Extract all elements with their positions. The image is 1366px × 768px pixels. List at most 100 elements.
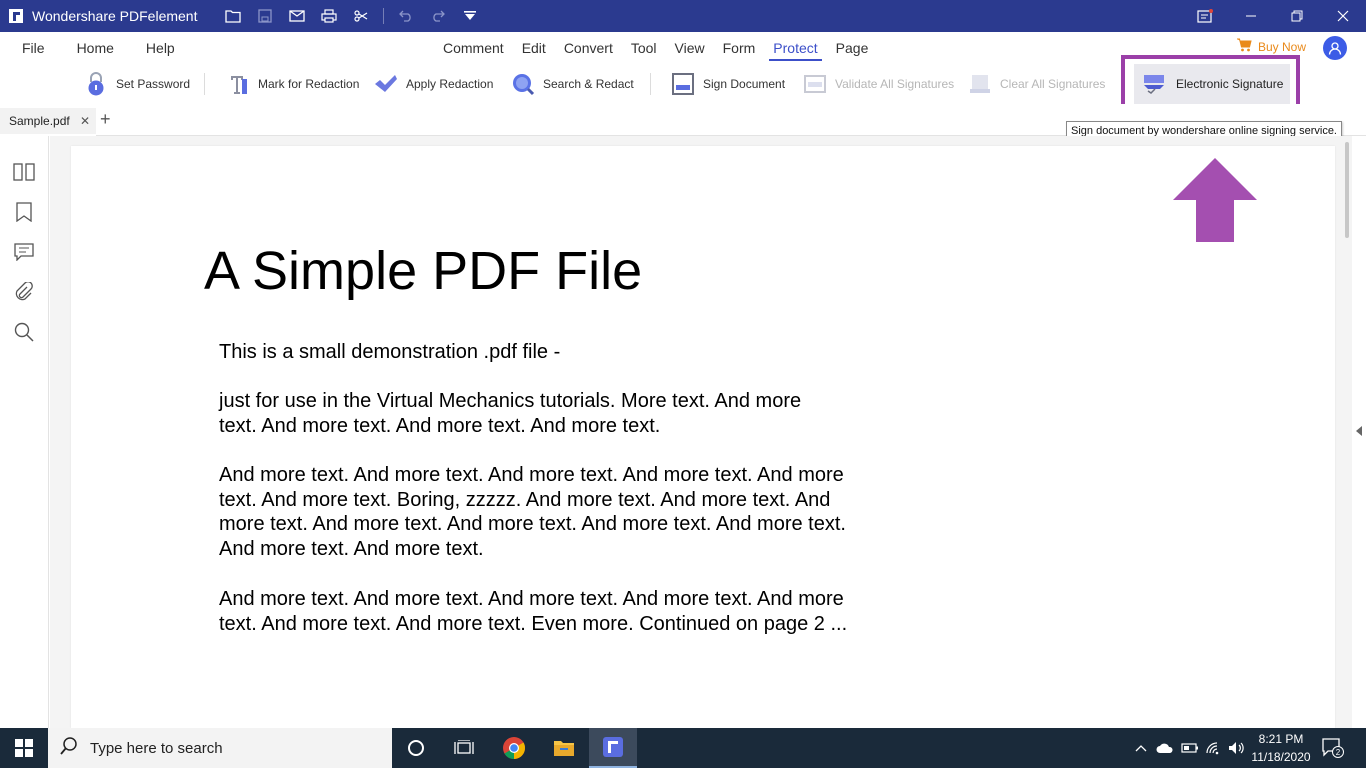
- validate-all-signatures-label: Validate All Signatures: [835, 77, 955, 91]
- pdf-line: text. And more text. Boring, zzzzz. And …: [219, 488, 831, 511]
- undo-icon[interactable]: [390, 0, 422, 32]
- save-icon[interactable]: [249, 0, 281, 32]
- pdf-line: just for use in the Virtual Mechanics tu…: [219, 390, 802, 412]
- buy-now-label: Buy Now: [1258, 39, 1307, 54]
- ribbon-tabs: Comment Edit Convert Tool View Form Prot…: [434, 32, 877, 64]
- show-hidden-icons-chevron-icon[interactable]: [1132, 728, 1150, 768]
- task-view-icon[interactable]: [440, 728, 488, 768]
- pdf-paragraph: just for use in the Virtual Mechanics tu…: [219, 389, 801, 438]
- search-icon: [511, 72, 535, 96]
- sign-document-label: Sign Document: [703, 77, 786, 91]
- tab-edit[interactable]: Edit: [513, 32, 555, 64]
- pdf-title: A Simple PDF File: [204, 241, 643, 301]
- pdf-line: text. And more text. And more text. And …: [219, 414, 661, 437]
- file-explorer-icon[interactable]: [540, 728, 588, 768]
- app-title: Wondershare PDFelement: [32, 8, 198, 24]
- notification-count: 2: [1336, 748, 1341, 757]
- toolbar-separator: [204, 73, 205, 95]
- feedback-icon[interactable]: [1182, 0, 1228, 32]
- window-controls: [1182, 0, 1366, 32]
- mark-for-redaction-label: Mark for Redaction: [258, 77, 360, 91]
- tab-view[interactable]: View: [666, 32, 714, 64]
- onedrive-cloud-icon[interactable]: [1155, 728, 1175, 768]
- close-tab-icon[interactable]: ✕: [80, 114, 90, 128]
- apply-redaction-button[interactable]: Apply Redaction: [374, 64, 493, 104]
- pdf-line: And more text. And more text.: [219, 537, 484, 560]
- windows-taskbar: Type here to search 8:21 PM 11/18/2020 2: [0, 728, 1366, 768]
- title-bar: Wondershare PDFelement: [0, 0, 1366, 32]
- comment-icon[interactable]: [12, 240, 36, 264]
- wifi-icon[interactable]: [1204, 728, 1224, 768]
- minimize-icon[interactable]: [1228, 0, 1274, 32]
- tab-convert[interactable]: Convert: [555, 32, 622, 64]
- search-icon: [60, 737, 78, 759]
- highlight-box: [1121, 55, 1300, 111]
- document-tab-label: Sample.pdf: [9, 114, 70, 128]
- menu-left: File Home Help: [0, 32, 191, 64]
- chrome-icon[interactable]: [490, 728, 538, 768]
- tab-form[interactable]: Form: [714, 32, 765, 64]
- clear-all-signatures-button[interactable]: Clear All Signatures: [968, 64, 1105, 104]
- tab-tool[interactable]: Tool: [622, 32, 666, 64]
- search-redact-button[interactable]: Search & Redact: [511, 64, 634, 104]
- app-logo-icon: [0, 0, 32, 32]
- tab-comment[interactable]: Comment: [434, 32, 513, 64]
- search-redact-label: Search & Redact: [543, 77, 634, 91]
- user-account-icon[interactable]: [1323, 36, 1347, 60]
- pdf-line: more text. And more text. And more text.…: [219, 513, 846, 536]
- add-tab-button[interactable]: +: [100, 110, 111, 128]
- taskbar-search-box[interactable]: Type here to search: [48, 728, 392, 768]
- sign-document-button[interactable]: Sign Document: [671, 64, 785, 104]
- bookmark-icon[interactable]: [12, 200, 36, 224]
- menu-file[interactable]: File: [0, 32, 61, 64]
- clock-time: 8:21 PM: [1258, 732, 1304, 746]
- vertical-scrollbar[interactable]: [1345, 142, 1349, 238]
- print-icon[interactable]: [313, 0, 345, 32]
- set-password-button[interactable]: Set Password: [84, 64, 190, 104]
- email-icon[interactable]: [281, 0, 313, 32]
- tab-protect[interactable]: Protect: [764, 32, 826, 64]
- notification-center-icon[interactable]: 2: [1322, 737, 1344, 759]
- clear-all-signatures-label: Clear All Signatures: [1000, 77, 1106, 91]
- clock-date: 11/18/2020: [1251, 750, 1311, 764]
- menu-help[interactable]: Help: [130, 32, 191, 64]
- document-tab[interactable]: Sample.pdf ✕: [0, 108, 96, 136]
- left-sidebar: [0, 136, 58, 728]
- cart-icon: [1236, 38, 1252, 55]
- redo-icon[interactable]: [422, 0, 454, 32]
- taskbar-search-placeholder: Type here to search: [90, 739, 223, 757]
- system-clock[interactable]: 8:21 PM 11/18/2020: [1246, 730, 1316, 766]
- thumbnails-icon[interactable]: [12, 160, 36, 184]
- pdfelement-taskbar-icon[interactable]: [589, 728, 637, 768]
- sign-document-icon: [671, 72, 695, 96]
- open-folder-icon[interactable]: [217, 0, 249, 32]
- buy-now-button[interactable]: Buy Now: [1236, 38, 1306, 55]
- mark-for-redaction-button[interactable]: Mark for Redaction: [226, 64, 359, 104]
- clear-signature-icon: [968, 72, 992, 96]
- customize-dropdown-icon[interactable]: [454, 0, 486, 32]
- restore-icon[interactable]: [1274, 0, 1320, 32]
- tab-page[interactable]: Page: [827, 32, 878, 64]
- text-redaction-icon: [226, 72, 250, 96]
- pdf-line: And more text. And more text. And more t…: [219, 464, 844, 486]
- volume-icon[interactable]: [1226, 728, 1248, 768]
- search-icon[interactable]: [12, 320, 36, 344]
- battery-icon[interactable]: [1180, 728, 1200, 768]
- menu-home[interactable]: Home: [61, 32, 130, 64]
- pdf-paragraph: And more text. And more text. And more t…: [219, 587, 847, 636]
- quick-access-toolbar: [217, 0, 486, 32]
- collapse-right-panel-icon[interactable]: [1356, 426, 1362, 436]
- apply-redaction-label: Apply Redaction: [406, 77, 494, 91]
- toolbar-separator: [383, 8, 385, 24]
- cortana-icon[interactable]: [392, 728, 440, 768]
- close-icon[interactable]: [1320, 0, 1366, 32]
- validate-signature-icon: [803, 72, 827, 96]
- scissors-icon[interactable]: [345, 0, 377, 32]
- validate-all-signatures-button[interactable]: Validate All Signatures: [803, 64, 954, 104]
- lock-icon: [84, 72, 108, 96]
- checkmark-icon: [374, 72, 398, 96]
- pdf-line: text. And more text. And more text. Even…: [219, 612, 848, 635]
- windows-start-icon[interactable]: [0, 728, 48, 768]
- attachment-icon[interactable]: [12, 280, 36, 304]
- pdf-line: This is a small demonstration .pdf file …: [219, 341, 561, 363]
